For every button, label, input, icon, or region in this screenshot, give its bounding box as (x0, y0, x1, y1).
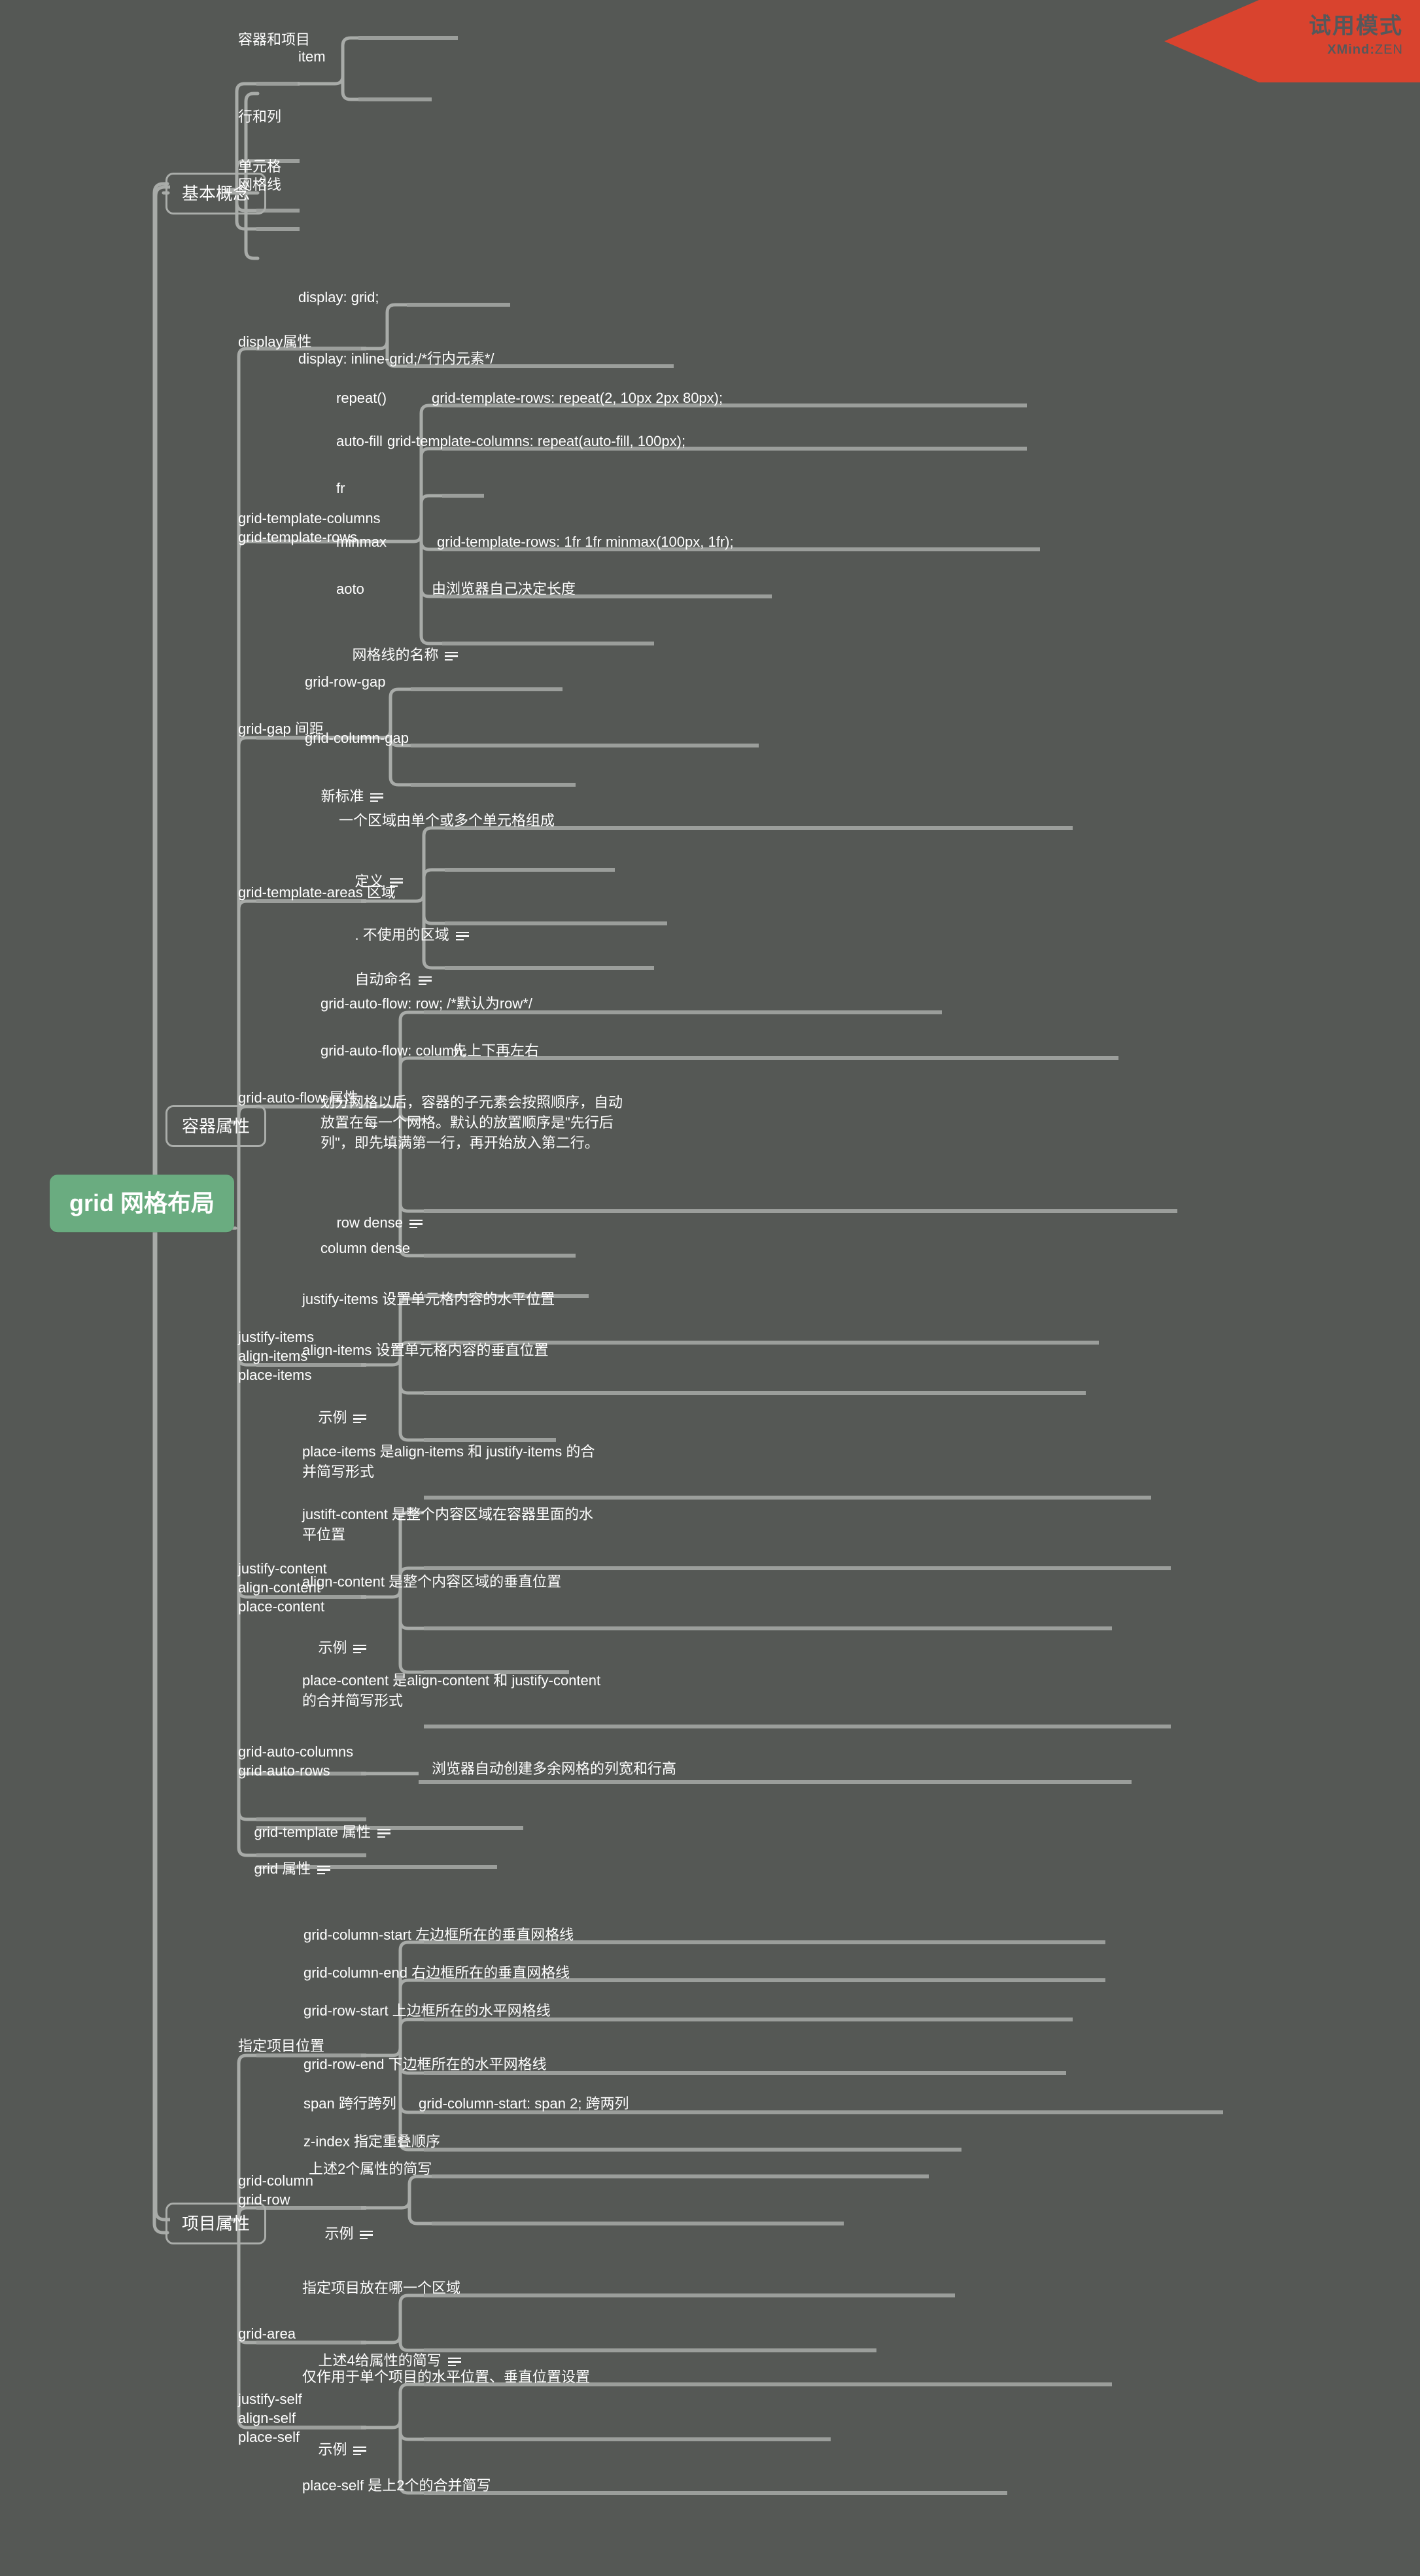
topic-item[interactable]: item (298, 47, 326, 66)
topic-justify-content-desc[interactable]: justift-content 是整个内容区域在容器里面的水 平位置 (302, 1504, 593, 1545)
topic-grid-area[interactable]: grid-area (238, 2324, 296, 2343)
topic-grid-column-start[interactable]: grid-column-start 左边框所在的垂直网格线 (303, 1925, 574, 1944)
topic-auto-flow-description[interactable]: 划分网格以后，容器的子元素会按照顺序，自动 放置在每一个网格。默认的放置顺序是"… (320, 1092, 623, 1154)
topic-new-standard-label: 新标准 (320, 788, 364, 805)
mindmap-canvas: 试用模式 XMind:ZEN grid 网格布局 基本概念 容器属性 项目属性 … (0, 0, 1420, 2576)
topic-place-items-example[interactable]: 示例 (302, 1389, 367, 1446)
topic-area-unused-label: . 不使用的区域 (355, 927, 449, 944)
topic-grid-column-row-group[interactable]: grid-column grid-row (238, 2171, 313, 2209)
note-icon (409, 1219, 423, 1229)
note-icon (353, 1414, 367, 1424)
note-icon (419, 976, 432, 986)
topic-grid-column-row-example[interactable]: 示例 (309, 2205, 373, 2262)
topic-aoto-detail[interactable]: 由浏览器自己决定长度 (432, 579, 576, 598)
topic-span-example[interactable]: grid-column-start: span 2; 跨两列 (419, 2094, 629, 2113)
topic-grid-auto-cols-rows[interactable]: grid-auto-columns grid-auto-rows (238, 1742, 353, 1780)
note-icon (390, 878, 404, 887)
topic-justify-self-example-label: 示例 (318, 2441, 347, 2458)
topic-auto-fill[interactable]: auto-fill (336, 432, 383, 451)
topic-column-dense[interactable]: column dense (320, 1239, 410, 1258)
brand-light: ZEN (1375, 43, 1403, 58)
root-topic[interactable]: grid 网格布局 (50, 1175, 234, 1232)
topic-place-items-desc[interactable]: place-items 是align-items 和 justify-items… (302, 1441, 595, 1482)
note-icon (445, 651, 459, 661)
note-icon (317, 1865, 331, 1875)
topic-align-items-desc[interactable]: align-items 设置单元格内容的垂直位置 (302, 1341, 548, 1360)
topic-fr[interactable]: fr (336, 479, 345, 498)
topic-auto-flow-column[interactable]: grid-auto-flow: column; (320, 1041, 466, 1060)
topic-grid-column-gap[interactable]: grid-column-gap (305, 729, 409, 747)
topic-place-content-desc[interactable]: place-content 是align-content 和 justify-c… (302, 1670, 600, 1711)
topic-grid-column-row-example-label: 示例 (324, 2225, 354, 2242)
topic-auto-fill-example[interactable]: grid-template-columns: repeat(auto-fill,… (387, 432, 685, 451)
topic-grid-row-gap[interactable]: grid-row-gap (305, 672, 386, 691)
topic-display-property[interactable]: display属性 (238, 332, 311, 351)
topic-repeat-fn[interactable]: repeat() (336, 388, 387, 407)
note-icon (360, 2230, 373, 2240)
note-icon (353, 2446, 367, 2456)
topic-place-items-example-label: 示例 (318, 1409, 347, 1426)
topic-grid-auto-cols-rows-detail[interactable]: 浏览器自动创建多余网格的列宽和行高 (432, 1759, 676, 1778)
note-icon (455, 931, 469, 941)
topic-grid-area-desc[interactable]: 指定项目放在哪一个区域 (302, 2278, 460, 2297)
topic-auto-flow-row[interactable]: grid-auto-flow: row; /*默认为row*/ (320, 994, 532, 1013)
note-icon (447, 2357, 461, 2367)
topic-minmax[interactable]: minmax (336, 532, 387, 551)
topic-grid-property[interactable]: grid 属性 (238, 1840, 331, 1897)
topic-grid-row-start[interactable]: grid-row-start 上边框所在的水平网格线 (303, 2001, 551, 2020)
topic-row-dense-label: row dense (336, 1214, 403, 1231)
topic-area-definition-note[interactable]: 一个区域由单个或多个单元格组成 (339, 811, 555, 830)
note-icon (377, 1829, 390, 1838)
topic-specify-item-position[interactable]: 指定项目位置 (238, 2036, 324, 2055)
topic-area-define[interactable]: 定义 (339, 853, 404, 910)
topic-gridline-name-label: 网格线的名称 (352, 647, 439, 664)
topic-display-grid[interactable]: display: grid; (298, 288, 379, 307)
topic-grid-line[interactable]: 网格线 (238, 175, 281, 194)
branch-container-props[interactable]: 容器属性 (165, 1105, 267, 1148)
brand-sep: : (1370, 43, 1375, 58)
topic-place-self-desc[interactable]: place-self 是上2个的合并简写 (302, 2476, 491, 2495)
topic-repeat-fn-example[interactable]: grid-template-rows: repeat(2, 10px 2px 8… (432, 388, 723, 407)
topic-align-content-desc[interactable]: align-content 是整个内容区域的垂直位置 (302, 1572, 561, 1591)
note-icon (370, 793, 384, 802)
topic-display-inline-grid[interactable]: display: inline-grid;/*行内元素*/ (298, 349, 494, 368)
note-icon (353, 1644, 367, 1654)
topic-cell[interactable]: 单元格 (238, 157, 281, 176)
topic-grid-column-row-shorthand[interactable]: 上述2个属性的简写 (309, 2159, 432, 2178)
topic-place-content-example-label: 示例 (318, 1640, 347, 1657)
topic-grid-area-shorthand-label: 上述4给属性的简写 (318, 2352, 442, 2369)
brand-bold: XMind (1327, 43, 1370, 58)
topic-grid-property-label: grid 属性 (254, 1861, 311, 1878)
topic-minmax-example[interactable]: grid-template-rows: 1fr 1fr minmax(100px… (437, 532, 734, 551)
topic-justify-self-group[interactable]: justify-self align-self place-self (238, 2390, 302, 2447)
topic-area-autoname-label: 自动命名 (355, 971, 413, 988)
connector-lines (141, 36, 1223, 2495)
topic-aoto[interactable]: aoto (336, 579, 364, 598)
topic-justify-self-desc[interactable]: 仅作用于单个项目的水平位置、垂直位置设置 (302, 2367, 590, 2386)
topic-z-index[interactable]: z-index 指定重叠顺序 (303, 2132, 440, 2151)
trial-mode-label: 试用模式 (1309, 14, 1403, 39)
topic-justify-self-example[interactable]: 示例 (302, 2421, 367, 2478)
topic-container[interactable]: container (298, 0, 358, 3)
xmind-brand: XMind:ZEN (1164, 43, 1403, 58)
topic-place-content-example[interactable]: 示例 (302, 1619, 367, 1676)
topic-rows-and-columns[interactable]: 行和列 (238, 107, 281, 126)
topic-justify-items-desc[interactable]: justify-items 设置单元格内容的水平位置 (302, 1290, 555, 1309)
trial-mode-badge: 试用模式 XMind:ZEN (1164, 0, 1420, 82)
topic-container-and-item[interactable]: 容器和项目 (238, 30, 310, 49)
topic-span[interactable]: span 跨行跨列 (303, 2094, 396, 2113)
topic-area-define-label: 定义 (355, 873, 384, 890)
topic-grid-template-property-label: grid-template 属性 (254, 1824, 371, 1841)
topic-grid-row-end[interactable]: grid-row-end 下边框所在的水平网格线 (303, 2055, 547, 2074)
topic-auto-flow-column-detail[interactable]: 先上下再左右 (453, 1041, 539, 1060)
topic-grid-column-end[interactable]: grid-column-end 右边框所在的垂直网格线 (303, 1963, 570, 1982)
